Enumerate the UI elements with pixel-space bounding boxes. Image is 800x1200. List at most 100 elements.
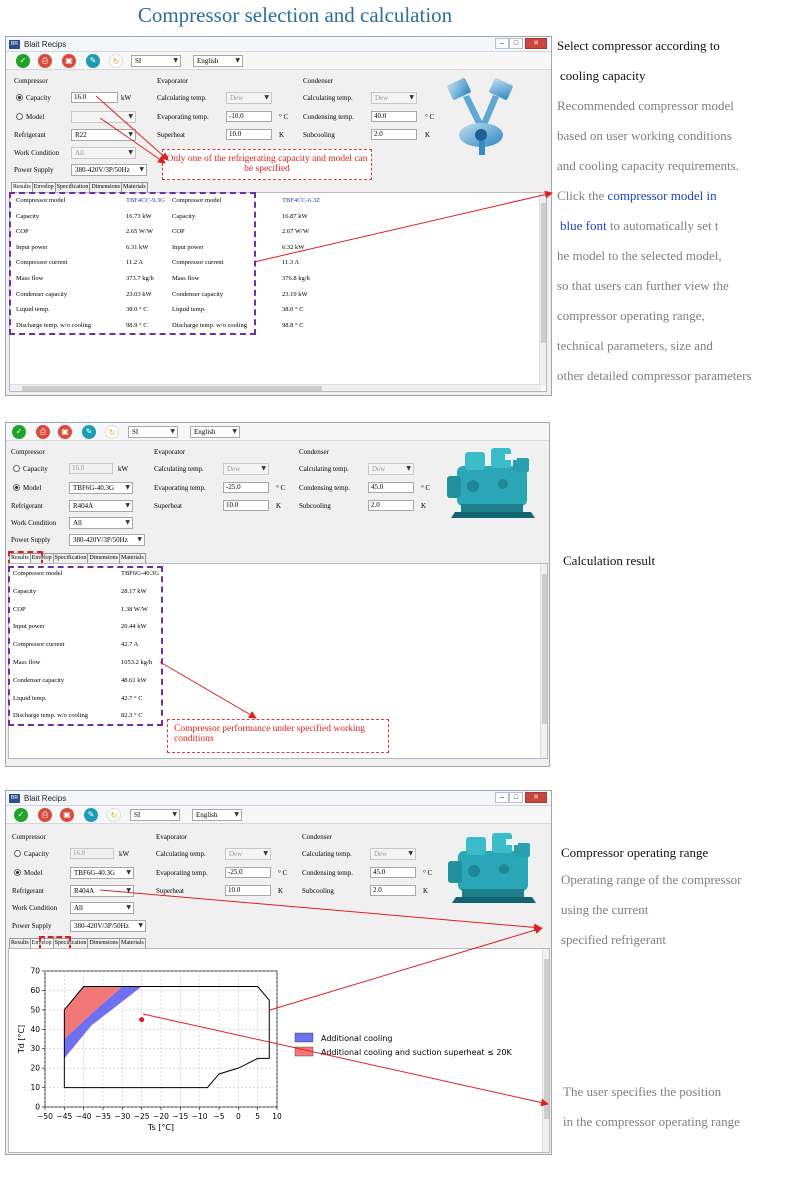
tab-results[interactable]: Results (9, 938, 31, 948)
model-radio[interactable] (16, 113, 23, 120)
app-window-2: ✓ ⎙ ▣ ✎ ↻ SI ▼ English ▼ Compressor Evapor… (5, 422, 550, 767)
window-title: Blait Recips (24, 794, 67, 803)
unit-select[interactable]: SI ▼ (128, 426, 178, 438)
tab-specification[interactable]: Specification (52, 553, 89, 563)
vertical-scrollbar[interactable] (539, 193, 546, 386)
superheat-input[interactable]: 10.0 (223, 500, 269, 511)
maximize-icon[interactable]: □ (509, 38, 523, 49)
refrigerant-select[interactable]: R22 ▼ (71, 129, 136, 141)
vertical-scrollbar[interactable] (542, 949, 549, 1152)
save-icon[interactable]: ▣ (60, 808, 74, 822)
capacity-label: Capacity (24, 850, 49, 858)
evap-temp-input[interactable]: -25.0 (225, 867, 271, 878)
evap-calc-temp-select[interactable]: Dew ▼ (223, 463, 269, 475)
cond-temp-input[interactable]: 45.0 (368, 482, 414, 493)
power-supply-select[interactable]: 380-420V/3P/50Hz ▼ (69, 534, 145, 546)
model-link-2[interactable]: TBF4CC-6.3Z (282, 197, 320, 204)
note-line: in the compressor operating range (563, 1114, 740, 1129)
work-condition-select[interactable]: All ▼ (70, 902, 134, 914)
legend-label: Additional cooling and suction superheat… (321, 1048, 513, 1057)
subcooling-input[interactable]: 2.0 (368, 500, 414, 511)
note-line: other detailed compressor parameters (557, 368, 752, 383)
evaporator-section-label: Evaporator (157, 77, 189, 85)
work-condition-select[interactable]: All ▼ (69, 517, 133, 529)
shield-check-icon[interactable]: ✓ (14, 808, 28, 822)
toolbar: ✓ ⎙ ▣ ✎ ↻ SI ▼ English ▼ (6, 52, 551, 70)
save-icon[interactable]: ▣ (58, 425, 72, 439)
refresh-icon[interactable]: ↻ (107, 808, 121, 822)
refresh-icon[interactable]: ↻ (105, 425, 119, 439)
language-select[interactable]: English ▼ (193, 55, 243, 67)
subcooling-input[interactable]: 2.0 (371, 129, 417, 140)
tab-materials[interactable]: Materials (119, 553, 146, 563)
result-value: 38.0 ° C (282, 306, 304, 314)
tab-materials[interactable]: Materials (119, 938, 146, 948)
model-select[interactable]: TBF6G-40.3G ▼ (70, 867, 134, 879)
printer-icon[interactable]: ⎙ (38, 54, 52, 68)
subcooling-input[interactable]: 2.0 (370, 885, 416, 896)
capacity-radio[interactable] (16, 94, 23, 101)
capacity-radio[interactable] (14, 850, 21, 857)
tab-dimensions[interactable]: Dimensions (87, 553, 120, 563)
language-select[interactable]: English ▼ (192, 809, 242, 821)
unit-select[interactable]: SI ▼ (130, 809, 180, 821)
evap-temp-input[interactable]: -25.0 (223, 482, 269, 493)
save-icon[interactable]: ▣ (62, 54, 76, 68)
x-tick-label: −5 (213, 1112, 224, 1121)
tab-materials[interactable]: Materials (121, 182, 148, 192)
model-select[interactable]: TBF6G-40.3G ▼ (69, 482, 133, 494)
printer-icon[interactable]: ⎙ (36, 425, 50, 439)
tab-dimensions[interactable]: Dimensions (87, 938, 120, 948)
language-select[interactable]: English ▼ (190, 426, 240, 438)
model-radio[interactable] (13, 484, 20, 491)
refrigerant-label: Refrigerant (12, 887, 44, 895)
tab-specification[interactable]: Specification (54, 182, 91, 192)
maximize-icon[interactable]: □ (509, 792, 523, 803)
cond-calc-temp-select[interactable]: Dew ▼ (370, 848, 416, 860)
superheat-input[interactable]: 10.0 (226, 129, 272, 140)
shield-check-icon[interactable]: ✓ (12, 425, 26, 439)
superheat-input[interactable]: 10.0 (225, 885, 271, 896)
model-select[interactable]: ▼ (71, 111, 136, 123)
unit-select[interactable]: SI ▼ (131, 55, 181, 67)
superheat-label: Superheat (154, 502, 182, 510)
minimize-icon[interactable]: – (495, 38, 509, 49)
printer-icon[interactable]: ⎙ (38, 808, 52, 822)
cond-calc-temp-select[interactable]: Dew ▼ (371, 92, 417, 104)
power-supply-select[interactable]: 380-420V/3P/50Hz ▼ (71, 164, 147, 176)
evap-temp-input[interactable]: -10.0 (226, 111, 272, 122)
y-tick-label: 0 (35, 1103, 40, 1112)
evap-calc-temp-select[interactable]: Dew ▼ (225, 848, 271, 860)
capacity-input[interactable]: 16.0 (71, 92, 118, 103)
result-value: 16.87 kW (282, 212, 308, 220)
refresh-icon[interactable]: ↻ (109, 54, 123, 68)
horizontal-scrollbar[interactable] (10, 384, 541, 391)
vertical-scrollbar[interactable] (540, 564, 547, 758)
model-radio[interactable] (14, 869, 21, 876)
power-supply-select[interactable]: 380-420V/3P/50Hz ▼ (70, 920, 146, 932)
tab-dimensions[interactable]: Dimensions (89, 182, 122, 192)
wrench-icon[interactable]: ✎ (86, 54, 100, 68)
superheat-label: Superheat (157, 131, 185, 139)
close-icon[interactable]: ✕ (525, 792, 547, 803)
wrench-icon[interactable]: ✎ (84, 808, 98, 822)
cond-temp-input[interactable]: 40.0 (371, 111, 417, 122)
toolbar: ✓ ⎙ ▣ ✎ ↻ SI ▼ English ▼ (6, 806, 551, 824)
minimize-icon[interactable]: – (495, 792, 509, 803)
tab-results[interactable]: Results (11, 182, 33, 192)
close-icon[interactable]: ✕ (525, 38, 547, 49)
shield-check-icon[interactable]: ✓ (16, 54, 30, 68)
refrigerant-select[interactable]: R404A ▼ (69, 500, 133, 512)
refrigerant-select[interactable]: R404A ▼ (70, 885, 134, 897)
cond-temp-input[interactable]: 45.0 (370, 867, 416, 878)
capacity-input[interactable]: 16.0 (70, 848, 114, 859)
capacity-radio[interactable] (13, 465, 20, 472)
evap-calc-temp-select[interactable]: Dew ▼ (226, 92, 272, 104)
cond-calc-temp-select[interactable]: Dew ▼ (368, 463, 414, 475)
callout-capacity-or-model: Only one of the refrigerating capacity a… (162, 149, 372, 180)
subcooling-unit: K (421, 502, 427, 510)
tab-envelop[interactable]: Envelop (31, 182, 56, 192)
work-condition-select[interactable]: All ▼ (71, 147, 136, 159)
capacity-input[interactable]: 16.0 (69, 463, 113, 474)
wrench-icon[interactable]: ✎ (82, 425, 96, 439)
